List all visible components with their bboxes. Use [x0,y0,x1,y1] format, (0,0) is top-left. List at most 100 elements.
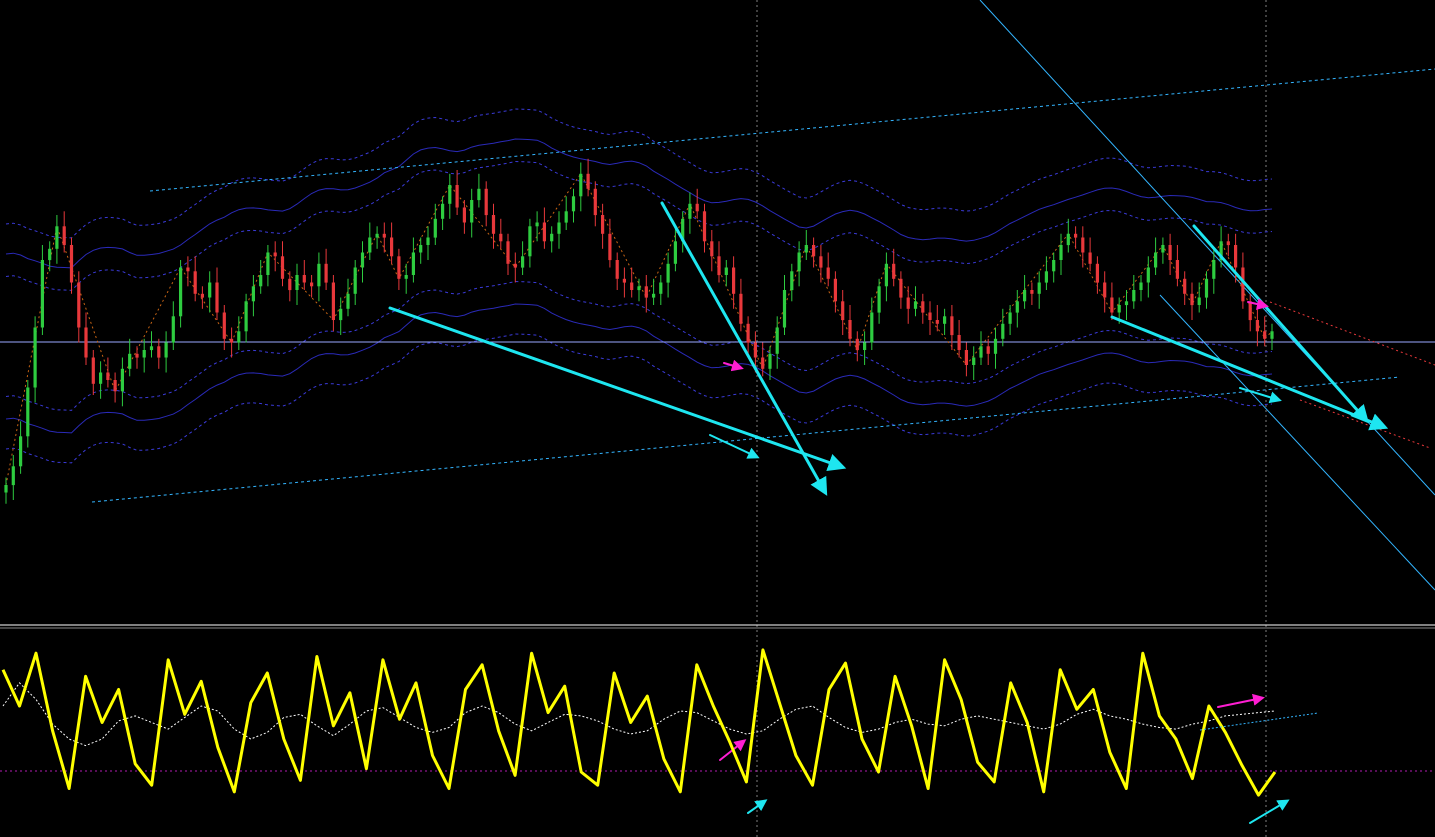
candle-body [812,245,816,257]
candle [986,338,990,365]
candle-body [702,211,707,242]
candle [863,331,867,365]
trendline-lower-channel [91,376,1401,503]
candle [542,207,546,249]
candle-body [972,357,976,365]
candle-body [411,252,415,275]
candle [324,248,328,290]
magenta-arrow-12 [1217,693,1265,708]
candle-body [673,241,677,264]
candle-body [222,312,226,339]
candle-body [200,293,204,298]
candle-body [1132,290,1136,302]
candle-body [826,267,830,279]
candle-body [1117,305,1121,313]
candle-body [1161,245,1165,253]
candle-body [295,275,299,290]
trendline-diagonal-down-2 [1159,294,1435,591]
candle-body [993,338,998,354]
envelope-band-5 [5,303,1273,434]
candle [1124,290,1129,320]
candle-body [513,263,517,268]
candle-body [557,222,561,234]
candle-body [601,215,605,234]
candle [950,305,954,350]
candle-body [273,252,277,257]
candle-body [404,275,408,279]
candle-body [622,278,626,283]
candle [644,275,648,313]
candle [244,293,248,343]
candle-body [870,312,874,343]
candle-body [1204,278,1209,298]
candle [710,230,714,272]
candle-body [1081,237,1085,253]
candle-body [142,350,146,358]
candle-body [339,308,343,321]
envelope-band-3 [5,160,1273,291]
candle [877,278,881,324]
candle [280,241,285,287]
candle-body [113,380,117,392]
candle [295,263,299,305]
candle-body [855,338,859,351]
candle [331,275,335,332]
candle [200,286,204,309]
candle-body [346,293,350,309]
candle [4,477,8,504]
candle [1095,256,1099,294]
candle-body [571,196,576,212]
candle-body [244,301,248,332]
candle-body [1270,331,1274,339]
candle-body [441,203,445,219]
candle-body [630,282,634,290]
candle [1146,256,1150,298]
envelope-band-1 [5,108,1273,239]
candle [186,256,190,287]
candle [346,278,350,317]
candle-body [659,282,663,294]
candle [601,203,605,249]
candle [310,275,314,298]
candle [128,338,132,377]
candle [746,316,750,354]
candle-body [426,237,430,245]
dotted-projection-line [1269,301,1435,366]
candle [797,241,801,287]
candle-body [1008,312,1012,324]
candle [84,312,88,365]
candle-body [586,173,590,189]
candle-body [368,237,372,253]
candle-body [1139,282,1143,290]
candle-body [1059,245,1063,260]
candle-body [164,342,168,358]
candle-body [1095,263,1099,283]
trendline-upper-channel [149,68,1435,192]
candle-body [462,207,466,223]
candle-body [1197,297,1201,305]
candle [1204,271,1209,309]
candlestick-series [4,158,1274,504]
candle [317,252,321,302]
candle [652,278,656,305]
candle-body [943,316,947,324]
candle-body [106,372,110,380]
candle [855,331,859,362]
candle [870,297,874,350]
oscillator-line [1,648,1277,797]
candle [782,275,787,335]
candle [593,181,597,227]
candle [164,331,168,373]
candle [19,421,23,474]
candle [812,237,816,268]
candle [921,293,925,324]
candle [208,271,212,313]
candle [222,305,226,350]
candle-body [913,301,918,309]
candle [40,245,44,335]
candle-body [259,275,263,287]
candle-body [535,222,539,227]
candle [608,218,612,268]
candle-body [833,278,837,302]
candle-body [957,335,961,350]
